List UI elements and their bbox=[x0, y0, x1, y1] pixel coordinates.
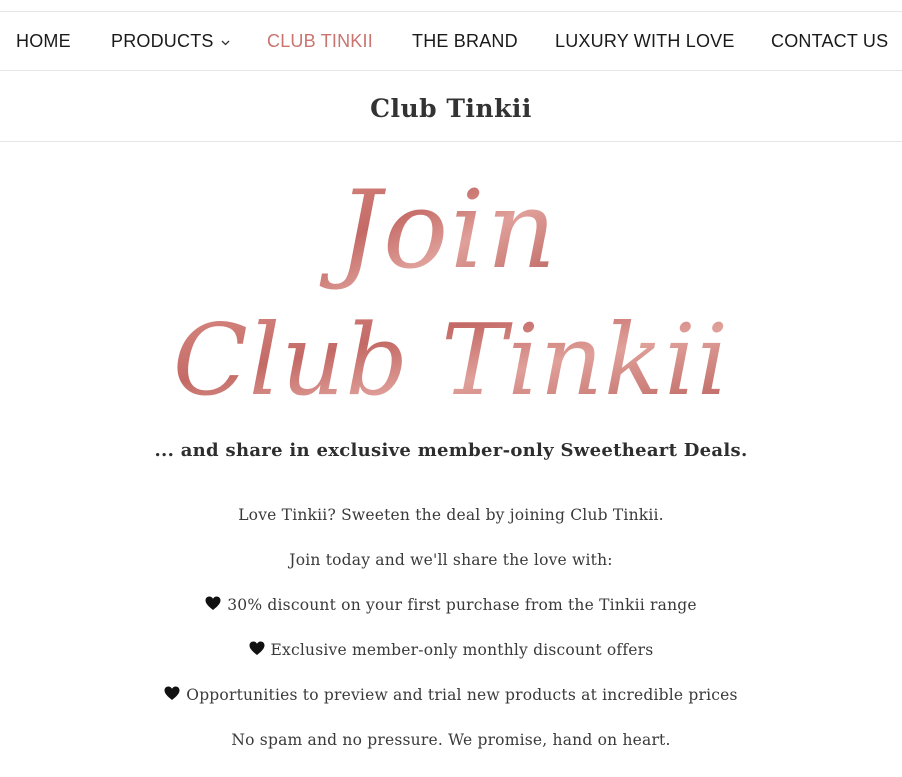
chevron-down-icon bbox=[221, 11, 230, 69]
benefit-text: 30% discount on your first purchase from… bbox=[227, 596, 697, 614]
nav-item-label: CONTACT US bbox=[771, 31, 889, 51]
nav-item-home[interactable]: HOME bbox=[16, 12, 71, 70]
page-title: Club Tinkii bbox=[370, 94, 532, 123]
nav-item-label: PRODUCTS bbox=[111, 31, 214, 51]
page-title-bar: Club Tinkii bbox=[0, 71, 902, 142]
benefit-item: Opportunities to preview and trial new p… bbox=[0, 686, 902, 704]
banner-line-join: Join bbox=[319, 168, 558, 293]
intro-text: Love Tinkii? Sweeten the deal by joining… bbox=[238, 506, 664, 524]
nav-item-label: LUXURY WITH LOVE bbox=[555, 31, 735, 51]
join-text: Join today and we'll share the love with… bbox=[289, 551, 613, 569]
top-strip bbox=[0, 0, 902, 12]
main-nav: HOME PRODUCTS CLUB TINKII THE BRAND LUXU… bbox=[0, 12, 902, 71]
join-club-banner: Join Club Tinkii bbox=[0, 142, 902, 422]
lead-text: ... and share in exclusive member-only S… bbox=[154, 440, 748, 461]
benefit-item: 30% discount on your first purchase from… bbox=[0, 596, 902, 614]
nav-item-label: CLUB TINKII bbox=[267, 31, 373, 51]
closing-text: No spam and no pressure. We promise, han… bbox=[231, 731, 671, 749]
heart-icon bbox=[249, 641, 265, 656]
nav-item-label: HOME bbox=[16, 31, 71, 51]
banner-line-club-tinkii: Club Tinkii bbox=[173, 304, 729, 418]
nav-item-label: THE BRAND bbox=[412, 31, 518, 51]
nav-item-club-tinkii[interactable]: CLUB TINKII bbox=[267, 12, 373, 70]
nav-item-products[interactable]: PRODUCTS bbox=[111, 12, 230, 70]
nav-item-luxury-with-love[interactable]: LUXURY WITH LOVE bbox=[555, 12, 735, 70]
heart-icon bbox=[205, 596, 221, 611]
benefit-text: Opportunities to preview and trial new p… bbox=[186, 686, 738, 704]
heart-icon bbox=[164, 686, 180, 701]
nav-item-contact-us[interactable]: CONTACT US bbox=[771, 12, 888, 70]
benefit-item: Exclusive member-only monthly discount o… bbox=[0, 641, 902, 659]
benefit-text: Exclusive member-only monthly discount o… bbox=[270, 641, 654, 659]
nav-item-the-brand[interactable]: THE BRAND bbox=[412, 12, 518, 70]
